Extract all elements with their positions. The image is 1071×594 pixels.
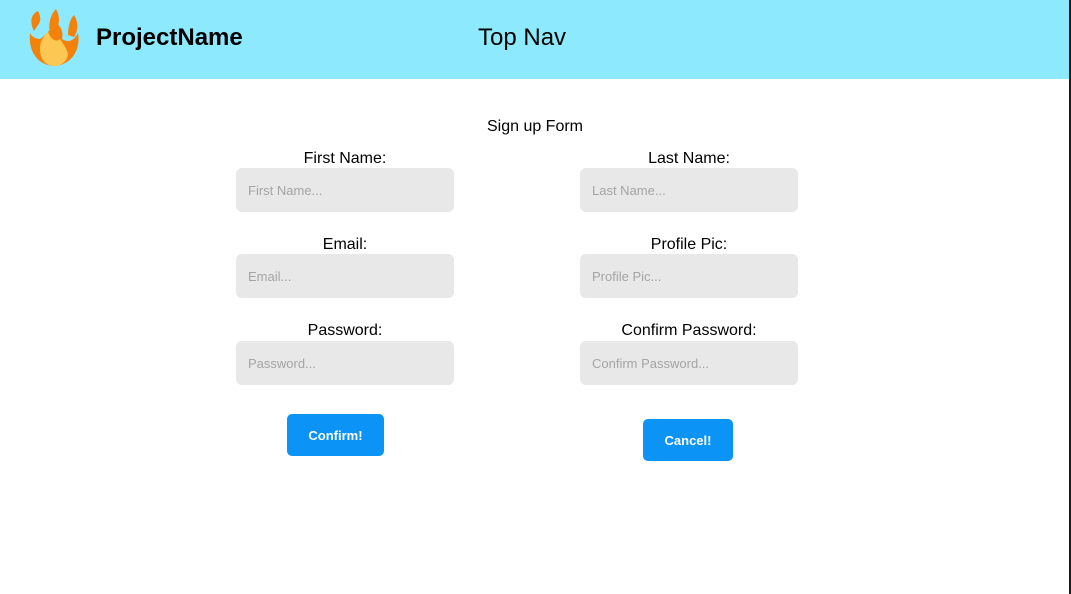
form-title: Sign up Form	[486, 118, 584, 135]
last-name-input[interactable]	[580, 168, 798, 212]
email-input[interactable]	[236, 254, 454, 298]
profile-pic-input[interactable]	[580, 254, 798, 298]
confirm-password-label: Confirm Password:	[621, 322, 757, 339]
confirm-button[interactable]: Confirm!	[287, 414, 384, 456]
brand-name[interactable]: ProjectName	[96, 23, 243, 53]
confirm-password-input[interactable]	[580, 341, 798, 385]
cancel-button[interactable]: Cancel!	[643, 419, 733, 461]
password-input[interactable]	[236, 341, 454, 385]
last-name-label: Last Name:	[648, 150, 730, 167]
first-name-input[interactable]	[236, 168, 454, 212]
nav-title: Top Nav	[478, 24, 567, 51]
top-nav: ProjectName Top Nav	[0, 0, 1071, 79]
password-label: Password:	[307, 322, 383, 339]
email-label: Email:	[322, 236, 368, 253]
profile-pic-label: Profile Pic:	[650, 236, 728, 253]
first-name-label: First Name:	[303, 150, 387, 167]
fire-icon	[29, 9, 79, 66]
